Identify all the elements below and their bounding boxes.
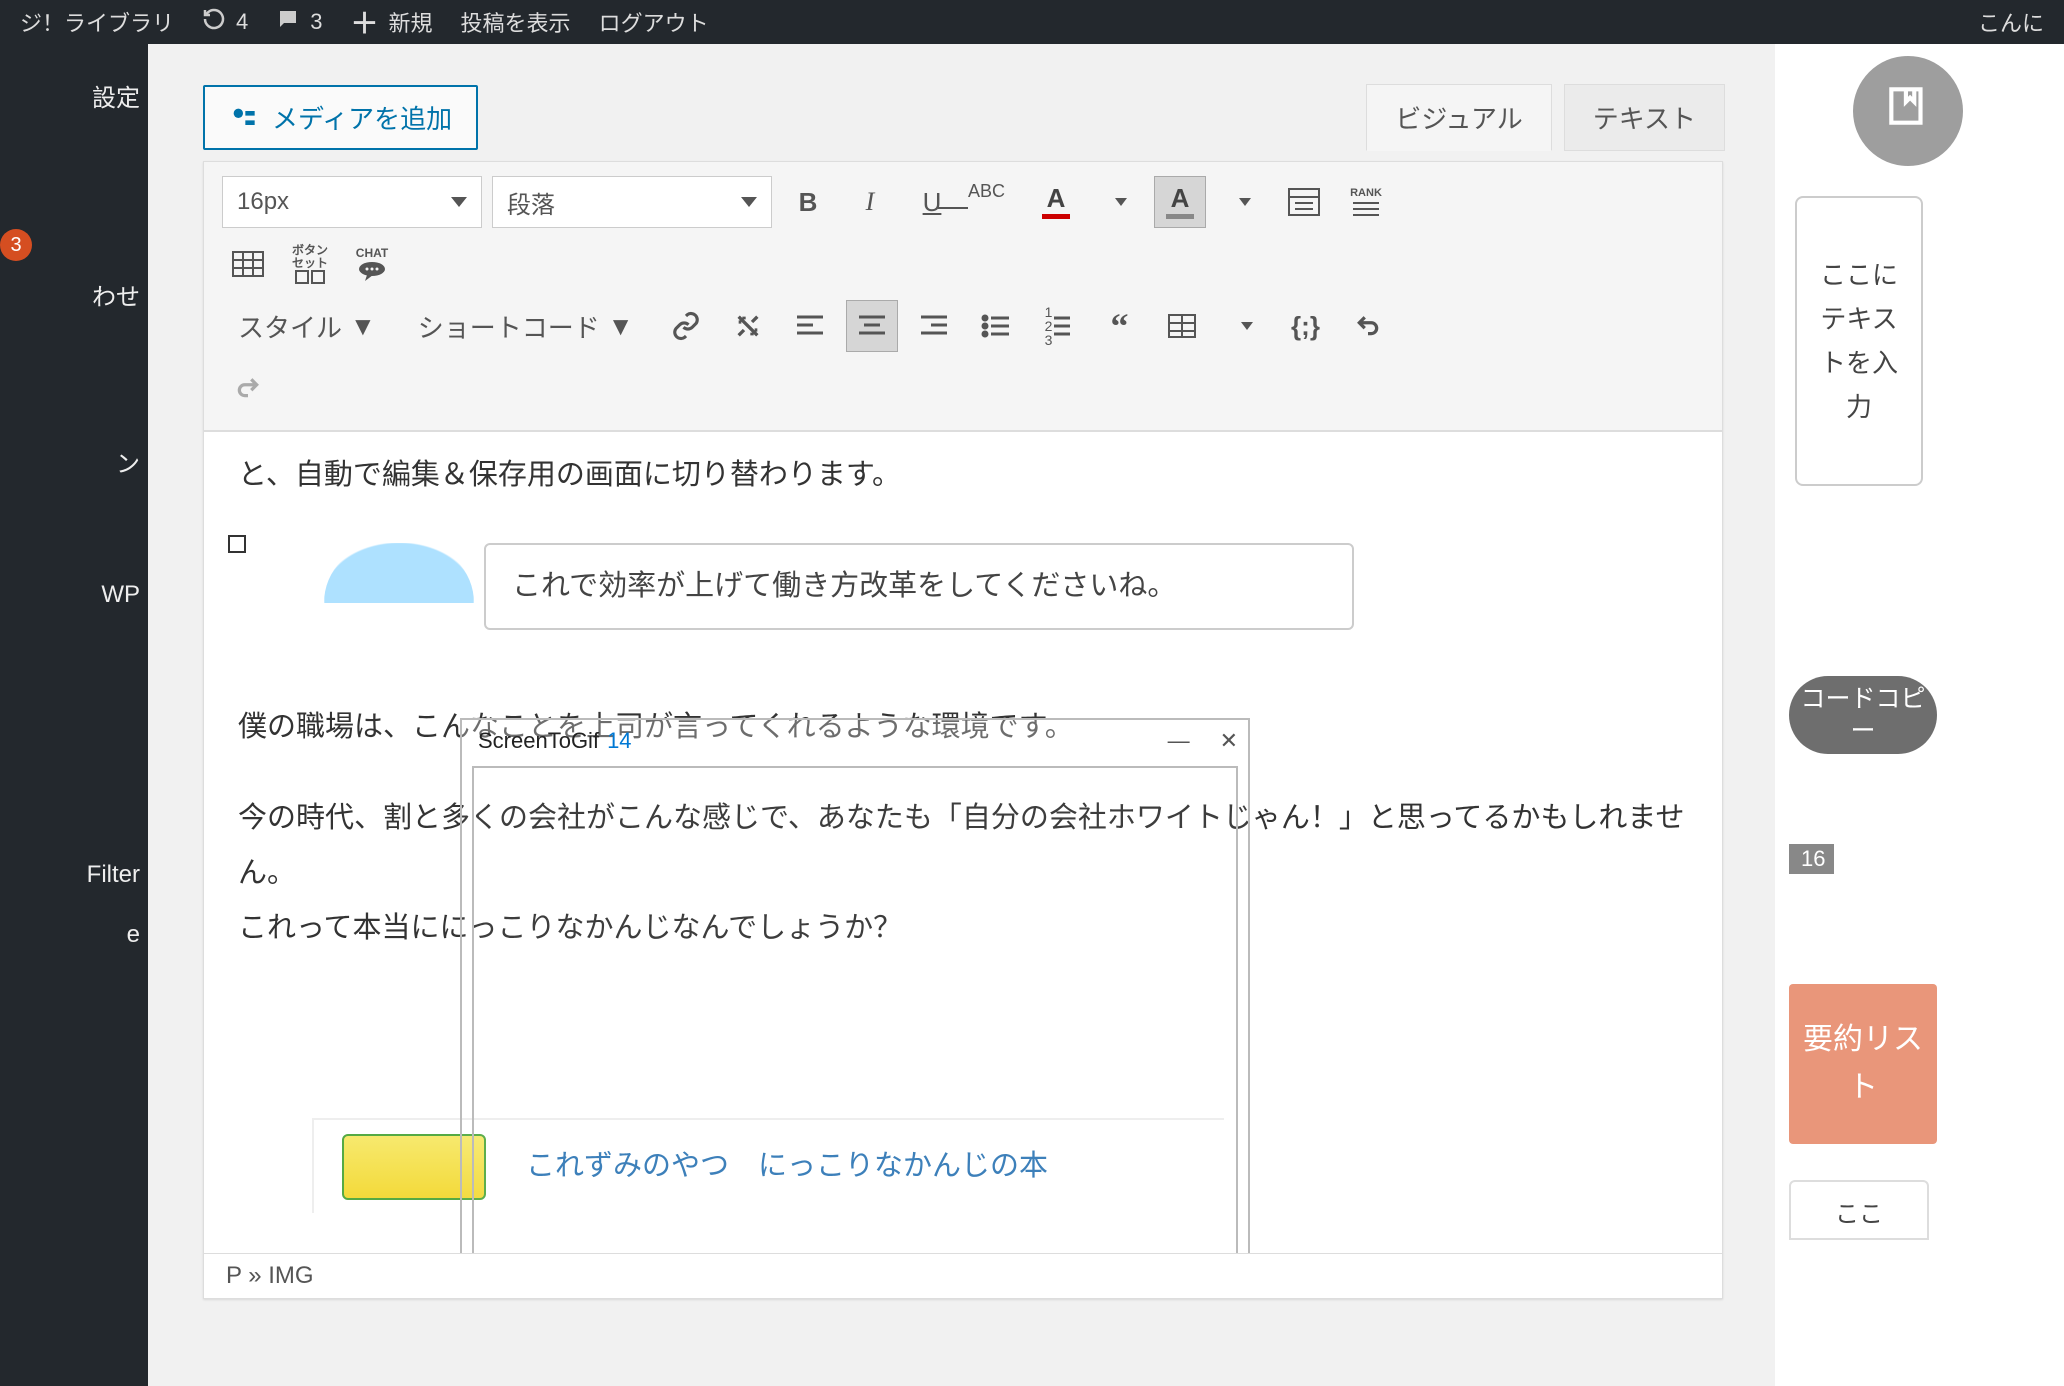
- highlight-button[interactable]: A: [1154, 176, 1206, 228]
- add-media-button[interactable]: メディアを追加: [203, 85, 478, 150]
- tab-text[interactable]: テキスト: [1564, 84, 1725, 151]
- add-media-label: メディアを追加: [272, 99, 452, 136]
- tab-visual[interactable]: ビジュアル: [1366, 84, 1551, 151]
- comments-count: 3: [310, 9, 322, 35]
- book-thumbnail: [342, 1134, 486, 1200]
- view-post[interactable]: 投稿を表示: [461, 6, 571, 38]
- refresh-item[interactable]: 4: [202, 7, 248, 37]
- sidebar-item-badge[interactable]: 3: [0, 229, 148, 261]
- editor-topbar: メディアを追加 ビジュアル テキスト: [148, 44, 1735, 151]
- here-widget[interactable]: ここ: [1789, 1180, 1929, 1240]
- count-tag: 16: [1789, 844, 1834, 874]
- align-left-button[interactable]: [784, 300, 836, 352]
- strike-button[interactable]: ABC: [968, 176, 1020, 228]
- comment-icon: [276, 7, 300, 37]
- sidebar-item-e[interactable]: e: [0, 905, 148, 965]
- sidebar-item-filter[interactable]: Filter: [0, 845, 148, 905]
- code-copy-button[interactable]: コードコピー: [1789, 676, 1937, 754]
- text-placeholder-widget[interactable]: ここにテキストを入力: [1795, 196, 1923, 486]
- view-post-label: 投稿を表示: [461, 6, 571, 38]
- table-insert-button[interactable]: [222, 238, 274, 290]
- body-text: これって本当ににっこりなかんじなんでしょうか？: [238, 901, 1688, 956]
- plus-icon: ＋: [351, 2, 379, 42]
- editor-canvas[interactable]: と、自動で編集＆保存用の画面に切り替わります。 これで効率が上げて働き方改革をし…: [203, 431, 1723, 1254]
- table-dropdown[interactable]: [1218, 300, 1270, 352]
- admin-sidebar: 設定 3 わせ ン WP Filter e: [0, 44, 148, 1386]
- resize-handle[interactable]: [228, 535, 246, 553]
- undo-button[interactable]: [1342, 300, 1394, 352]
- shortcode-dropdown[interactable]: ショートコード ▼: [402, 300, 650, 352]
- comments-item[interactable]: 3: [276, 7, 322, 37]
- rank-button[interactable]: RANK: [1340, 176, 1392, 228]
- admin-bar: ジ！ライブラリ 4 3 ＋ 新規 投稿を表示 ログアウト こんに: [0, 0, 2064, 44]
- bookmark-icon: [1883, 81, 1933, 142]
- chevron-down-icon: [451, 197, 467, 207]
- chat-button[interactable]: CHAT: [346, 238, 398, 290]
- style-dropdown[interactable]: スタイル ▼: [222, 300, 392, 352]
- book-link[interactable]: これずみのやつ にっこりなかんじの本: [526, 1139, 1048, 1194]
- editor-toolbar: 16px 段落 B I U ABC A A: [203, 161, 1723, 431]
- sidebar-item-wase[interactable]: わせ: [0, 261, 148, 328]
- table-button[interactable]: [1156, 300, 1208, 352]
- ordered-list-button[interactable]: 123: [1032, 300, 1084, 352]
- paragraph-select[interactable]: 段落: [492, 176, 772, 228]
- unlink-button[interactable]: [722, 300, 774, 352]
- underline-button[interactable]: U: [906, 176, 958, 228]
- bold-button[interactable]: B: [782, 176, 834, 228]
- new-item[interactable]: ＋ 新規: [351, 2, 433, 42]
- avatar-icon: [324, 543, 474, 603]
- redo-button[interactable]: [222, 362, 274, 414]
- editor-main: メディアを追加 ビジュアル テキスト 16px 段落 B: [148, 44, 1775, 1386]
- right-rail: ここにテキストを入力 コードコピー 16 要約リスト ここ: [1775, 44, 2064, 1386]
- greeting: こんに: [1978, 6, 2044, 38]
- chevron-down-icon: [741, 197, 757, 207]
- text-color-button[interactable]: A: [1030, 176, 1082, 228]
- refresh-icon: [202, 7, 226, 37]
- font-size-select[interactable]: 16px: [222, 176, 482, 228]
- selected-image-block[interactable]: これで効率が上げて働き方改革をしてくださいね。 僕の職場は、こんなことを上司が言…: [238, 543, 1688, 1211]
- unordered-list-button[interactable]: [970, 300, 1022, 352]
- link-button[interactable]: [660, 300, 712, 352]
- book-card[interactable]: これずみのやつ にっこりなかんじの本: [312, 1118, 1224, 1213]
- align-right-button[interactable]: [908, 300, 960, 352]
- speech-bubble: これで効率が上げて働き方改革をしてくださいね。: [484, 543, 1354, 630]
- italic-button[interactable]: I: [844, 176, 896, 228]
- sidebar-item-n[interactable]: ン: [0, 428, 148, 495]
- notification-badge: 3: [0, 229, 32, 261]
- sidebar-item-settings[interactable]: 設定: [0, 62, 148, 129]
- refresh-count: 4: [236, 9, 248, 35]
- media-icon: [229, 104, 257, 132]
- body-text: 僕の職場は、こんなことを上司が言ってくれるような環境です。: [238, 700, 1688, 755]
- new-label: 新規: [389, 6, 433, 38]
- button-set-button[interactable]: ボタン セット: [284, 238, 336, 290]
- placeholder-text: ここにテキストを入力: [1817, 253, 1901, 430]
- sidebar-item-wp[interactable]: WP: [0, 565, 148, 625]
- logout-label: ログアウト: [599, 6, 709, 38]
- editor-statusbar: P » IMG: [203, 1254, 1723, 1299]
- site-name[interactable]: ジ！ライブラリ: [20, 6, 174, 38]
- kitchen-sink-button[interactable]: [1278, 176, 1330, 228]
- dom-path[interactable]: P » IMG: [226, 1262, 314, 1289]
- site-name-label: ジ！ライブラリ: [20, 6, 174, 38]
- bookmark-button[interactable]: [1853, 56, 1963, 166]
- highlight-dropdown[interactable]: [1216, 176, 1268, 228]
- code-button[interactable]: {;}: [1280, 300, 1332, 352]
- logout[interactable]: ログアウト: [599, 6, 709, 38]
- blockquote-button[interactable]: “: [1094, 300, 1146, 352]
- editor-tabs: ビジュアル テキスト: [1366, 84, 1725, 151]
- summary-list-button[interactable]: 要約リスト: [1789, 984, 1937, 1144]
- align-center-button[interactable]: [846, 300, 898, 352]
- body-text: 今の時代、割と多くの会社がこんな感じで、あなたも「自分の会社ホワイトじゃん！」と…: [238, 791, 1688, 901]
- content-line: と、自動で編集＆保存用の画面に切り替わります。: [238, 448, 1688, 503]
- text-color-dropdown[interactable]: [1092, 176, 1144, 228]
